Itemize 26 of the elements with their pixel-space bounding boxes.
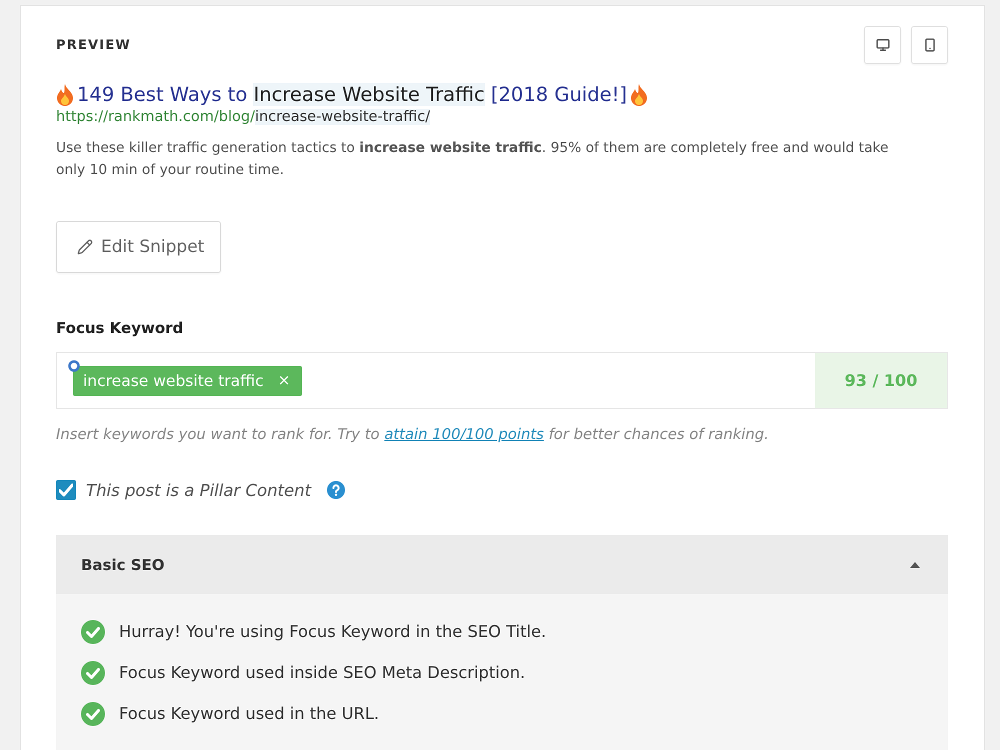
smartphone-icon — [922, 38, 936, 52]
pencil-icon — [77, 239, 93, 255]
help-icon[interactable] — [327, 481, 346, 499]
tick-icon — [59, 483, 73, 497]
checkbox-label: This post is a Pillar Content — [86, 480, 312, 500]
mobile-preview-button[interactable] — [911, 26, 948, 64]
field-label: Focus Keyword — [56, 318, 184, 338]
points-link[interactable]: attain 100/100 points — [384, 426, 544, 443]
ring-icon[interactable] — [68, 360, 80, 372]
desktop-preview-button[interactable] — [864, 26, 901, 64]
snippet-description: Use these killer traffic generation tactics to increase website traffic. 95% of them are completely free and would take only 10 min of your routine time. — [56, 139, 890, 180]
hint-text: Insert keywords you want to rank for. Try to attain 100/100 points for better chances of ranking. — [56, 426, 770, 444]
check-text: Focus Keyword used in the URL. — [119, 704, 380, 723]
checkbox[interactable] — [56, 480, 76, 500]
check-text: Focus Keyword used inside SEO Meta Description. — [119, 663, 526, 682]
fire-icon — [56, 84, 74, 106]
monitor-icon — [876, 38, 890, 52]
section-header[interactable]: Basic SEO — [56, 535, 948, 594]
preview-heading: PREVIEW — [56, 38, 131, 52]
snippet-url: https://rankmath.com/blog/increase-website-traffic/ — [56, 108, 432, 126]
fire-icon — [630, 84, 648, 106]
edit-snippet-button[interactable]: Edit Snippet — [56, 221, 222, 273]
snippet-title[interactable]: 149 Best Ways to Increase Website Traffic [2018 Guide!] — [77, 82, 628, 108]
check-text: Hurray! You're using Focus Keyword in the SEO Title. — [119, 622, 546, 641]
score-badge: 93 / 100 — [815, 353, 947, 408]
keyword-text: increase website traffic — [83, 372, 264, 390]
